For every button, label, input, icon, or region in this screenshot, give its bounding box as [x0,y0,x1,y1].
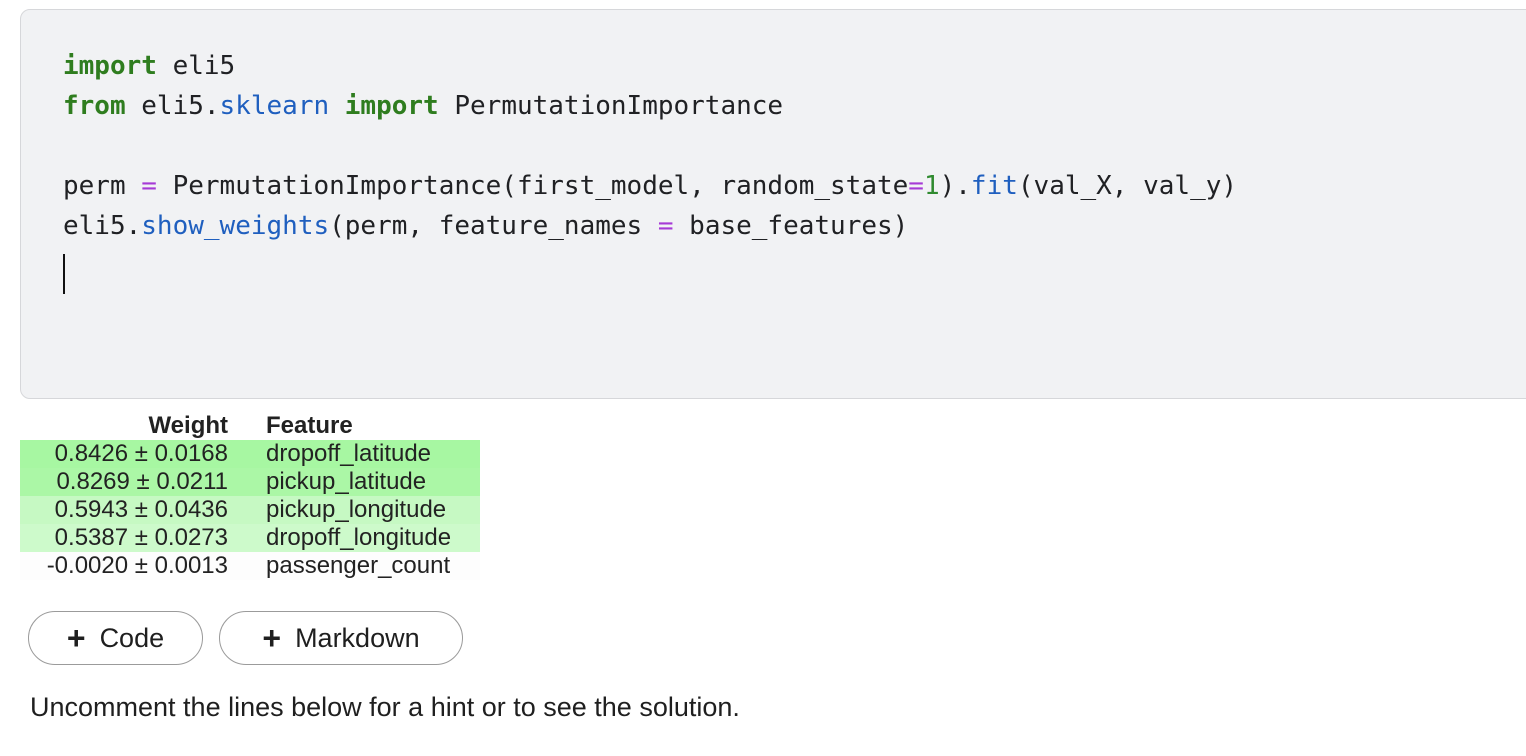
add-markdown-cell-button[interactable]: + Markdown [219,611,463,665]
code-token: (perm, feature_names [329,211,658,241]
add-code-label: Code [99,622,165,653]
table-row: 0.8426 ± 0.0168 dropoff_latitude [20,440,480,468]
table-row: 0.5943 ± 0.0436 pickup_longitude [20,496,480,524]
feature-column-header: Feature [266,412,353,439]
code-line: eli5.show_weights(perm, feature_names = … [63,206,1237,246]
code-line: perm = PermutationImportance(first_model… [63,166,1237,206]
code-line: import eli5 [63,46,1237,86]
feature-cell: dropoff_longitude [266,524,452,551]
weight-cell: 0.8426 ± 0.0168 [54,440,228,467]
code-token: import [344,91,439,121]
plus-icon: + [262,620,282,656]
code-token: from [63,91,126,121]
weight-cell: 0.5943 ± 0.0436 [54,496,228,523]
table-row: -0.0020 ± 0.0013 passenger_count [20,552,480,580]
text-cursor [63,254,65,294]
feature-cell: dropoff_latitude [266,440,432,467]
code-editor[interactable]: import eli5 from eli5.sklearn import Perm… [63,46,1237,246]
code-token: perm [63,171,142,201]
add-markdown-label: Markdown [295,622,420,653]
feature-cell: pickup_longitude [266,496,447,523]
code-line: from eli5.sklearn import PermutationImpo… [63,86,1237,126]
code-token: = [141,171,157,201]
weight-cell: 0.8269 ± 0.0211 [56,468,228,495]
code-token: 1 [923,171,940,201]
code-token: eli5 [156,51,236,81]
code-cell[interactable]: import eli5 from eli5.sklearn import Perm… [20,9,1526,399]
plus-icon: + [66,620,86,656]
code-token: PermutationImportance [438,91,784,121]
code-token: = [657,211,674,241]
code-token: show_weights [141,211,330,241]
code-token: eli5. [125,91,220,121]
feature-cell: passenger_count [266,552,451,579]
code-token: PermutationImportance(first_model, rando… [156,171,909,201]
code-token: (val_X, val_y) [1017,171,1238,201]
code-token: sklearn [219,91,330,121]
feature-cell: pickup_latitude [266,468,427,495]
code-token: = [908,171,924,201]
code-token: eli5. [63,211,142,241]
add-code-cell-button[interactable]: + Code [28,611,203,665]
code-token: import [63,51,157,81]
table-row: 0.5387 ± 0.0273 dropoff_longitude [20,524,480,552]
output-weights-table: Weight Feature 0.8426 ± 0.0168 dropoff_la… [20,410,480,580]
table-row: 0.8269 ± 0.0211 pickup_latitude [20,468,480,496]
code-token: fit [970,171,1018,201]
markdown-hint-text: Uncomment the lines below for a hint or … [30,692,740,722]
code-token: ). [939,171,971,201]
code-token: base_features) [673,211,909,241]
table-header-row: Weight Feature [20,410,480,440]
weight-cell: 0.5387 ± 0.0273 [54,524,228,551]
weight-column-header: Weight [148,412,228,439]
weight-cell: -0.0020 ± 0.0013 [46,552,228,579]
